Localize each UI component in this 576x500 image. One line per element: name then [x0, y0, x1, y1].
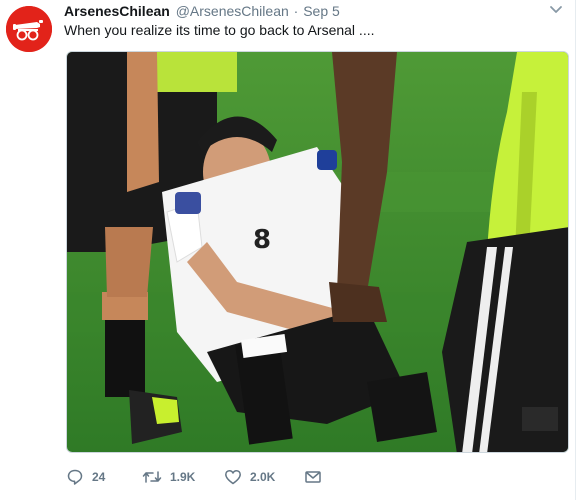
reply-icon: [67, 469, 83, 485]
tweet-text: When you realize its time to go back to …: [64, 22, 375, 38]
retweet-icon: [142, 471, 162, 483]
like-button[interactable]: 2.0K: [224, 466, 275, 488]
heart-icon: [225, 469, 241, 485]
retweet-button[interactable]: 1.9K: [142, 466, 195, 488]
avatar[interactable]: [6, 6, 52, 52]
cannon-icon: [6, 6, 52, 52]
retweet-count: 1.9K: [170, 470, 196, 484]
tweet-timestamp[interactable]: Sep 5: [303, 3, 340, 19]
author-name[interactable]: ArsenesChilean: [64, 3, 170, 19]
tweet-header: ArsenesChilean @ArsenesChilean · Sep 5: [64, 2, 340, 20]
tweet: ArsenesChilean @ArsenesChilean · Sep 5 W…: [0, 0, 576, 500]
direct-message-button[interactable]: [304, 466, 322, 488]
more-options-chevron-icon[interactable]: [547, 0, 565, 18]
tweet-media-photo[interactable]: 8: [66, 51, 569, 453]
like-count: 2.0K: [250, 470, 276, 484]
author-handle[interactable]: @ArsenesChilean: [176, 3, 289, 19]
football-photo: 8: [67, 52, 568, 452]
reply-count: 24: [92, 470, 106, 484]
jersey-number: 8: [253, 225, 271, 255]
reply-button[interactable]: 24: [66, 466, 105, 488]
envelope-icon: [305, 471, 321, 483]
separator-dot: ·: [293, 3, 299, 19]
